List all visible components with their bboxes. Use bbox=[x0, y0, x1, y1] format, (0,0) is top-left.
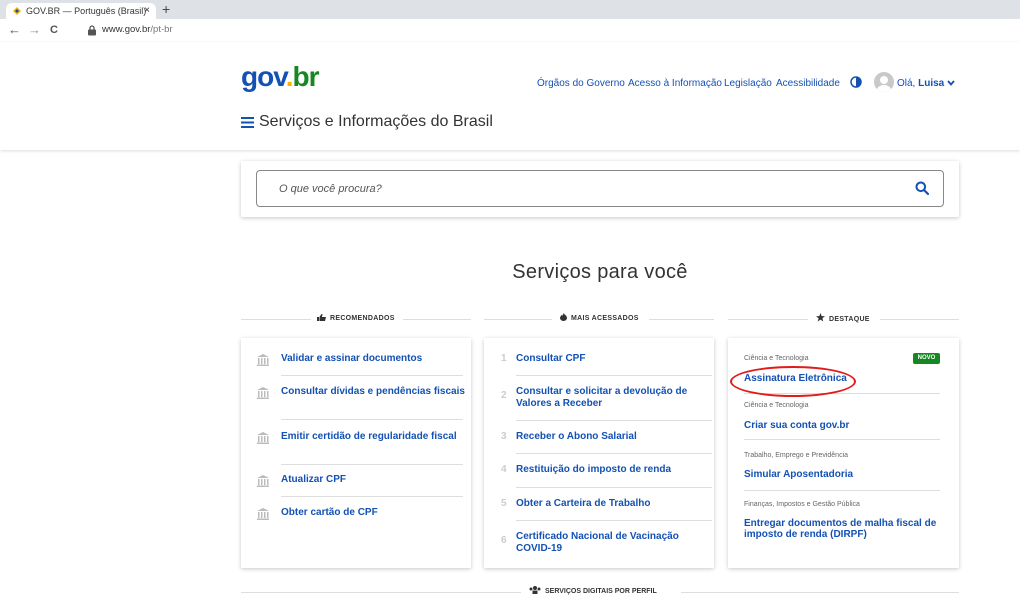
item-label[interactable]: Emitir certidão de regularidade fiscal bbox=[281, 431, 471, 443]
item-label[interactable]: Validar e assinar documentos bbox=[281, 353, 471, 365]
item-number: 1 bbox=[501, 353, 507, 364]
item-label[interactable]: Entregar documentos de malha fiscal de i… bbox=[744, 518, 954, 540]
mais-acessados-header: MAIS ACESSADOS bbox=[484, 313, 714, 325]
section-title: Serviços para você bbox=[512, 261, 688, 283]
url-host: www.gov.br bbox=[102, 24, 151, 35]
users-icon bbox=[529, 586, 541, 594]
building-icon bbox=[257, 354, 269, 366]
back-button[interactable]: ← bbox=[8, 22, 21, 38]
mais-acessados-label: MAIS ACESSADOS bbox=[560, 313, 639, 325]
new-tab-button[interactable]: + bbox=[162, 0, 170, 19]
building-icon bbox=[257, 432, 269, 444]
item-category: Ciência e Tecnologia bbox=[744, 355, 809, 362]
fire-icon bbox=[560, 313, 567, 321]
item-label[interactable]: Receber o Abono Salarial bbox=[516, 431, 716, 443]
govbr-favicon-icon bbox=[13, 7, 21, 15]
item-label[interactable]: Consultar CPF bbox=[516, 353, 716, 365]
item-label[interactable]: Consultar dívidas e pendências fiscais bbox=[281, 386, 471, 398]
recomendados-card: Validar e assinar documentos Consultar d… bbox=[241, 338, 471, 568]
avatar[interactable] bbox=[874, 72, 894, 92]
search-panel bbox=[241, 161, 959, 217]
recomendados-header: RECOMENDADOS bbox=[241, 313, 471, 325]
perfil-header: SERVIÇOS DIGITAIS POR PERFIL bbox=[241, 586, 959, 598]
item-number: 6 bbox=[501, 535, 507, 546]
link-acesso-a-informacao[interactable]: Acesso à Informação bbox=[628, 78, 722, 90]
url-path: /pt-br bbox=[150, 24, 173, 35]
browser-tab-strip: GOV.BR — Português (Brasil) × + bbox=[0, 0, 1020, 19]
mais-acessados-card: 1 Consultar CPF 2 Consultar e solicitar … bbox=[484, 338, 714, 568]
link-legislacao[interactable]: Legislação bbox=[724, 78, 772, 90]
destaque-header: DESTAQUE bbox=[728, 313, 959, 325]
link-acessibilidade[interactable]: Acessibilidade bbox=[776, 78, 840, 90]
item-number: 5 bbox=[501, 498, 507, 509]
recomendados-label: RECOMENDADOS bbox=[317, 313, 395, 325]
item-category: Finanças, Impostos e Gestão Pública bbox=[744, 501, 860, 508]
novo-badge: NOVO bbox=[913, 353, 940, 364]
building-icon bbox=[257, 387, 269, 399]
item-label[interactable]: Certificado Nacional de Vacinação COVID-… bbox=[516, 531, 716, 555]
forward-button[interactable]: → bbox=[28, 22, 41, 38]
search-input[interactable] bbox=[277, 179, 881, 199]
perfil-label: SERVIÇOS DIGITAIS POR PERFIL bbox=[529, 586, 657, 598]
item-label[interactable]: Restituição do imposto de renda bbox=[516, 464, 716, 476]
user-icon bbox=[877, 76, 891, 92]
item-number: 2 bbox=[501, 390, 507, 401]
address-bar: ← → C www.gov.br/pt-br bbox=[0, 19, 1020, 43]
item-number: 4 bbox=[501, 464, 507, 475]
chevron-down-icon bbox=[947, 80, 955, 86]
star-icon bbox=[816, 313, 825, 322]
item-label[interactable]: Criar sua conta gov.br bbox=[744, 420, 954, 431]
greeting-text: Olá, bbox=[897, 78, 916, 89]
menu-icon[interactable] bbox=[241, 117, 254, 128]
tab-title: GOV.BR — Português (Brasil) bbox=[26, 6, 147, 16]
contrast-icon[interactable] bbox=[850, 76, 862, 88]
site-title: Serviços e Informações do Brasil bbox=[259, 113, 493, 130]
link-orgaos-do-governo[interactable]: Órgãos do Governo bbox=[537, 78, 625, 90]
search-icon[interactable] bbox=[915, 181, 929, 195]
item-label[interactable]: Consultar e solicitar a devolução de Val… bbox=[516, 386, 716, 410]
item-label[interactable]: Atualizar CPF bbox=[281, 474, 471, 486]
item-category: Ciência e Tecnologia bbox=[744, 402, 809, 409]
site-header: gov.br Órgãos do Governo Acesso à Inform… bbox=[0, 42, 1020, 150]
item-category: Trabalho, Emprego e Previdência bbox=[744, 452, 849, 459]
destaque-label: DESTAQUE bbox=[816, 313, 870, 326]
highlight-circle bbox=[730, 366, 856, 397]
lock-icon bbox=[88, 25, 96, 36]
url-field[interactable]: www.gov.br/pt-br bbox=[102, 23, 173, 37]
search-box bbox=[256, 170, 944, 207]
item-label[interactable]: Simular Aposentadoria bbox=[744, 469, 954, 480]
user-greeting[interactable]: Olá, Luisa bbox=[897, 78, 955, 90]
govbr-logo[interactable]: gov.br bbox=[241, 63, 320, 91]
browser-tab[interactable]: GOV.BR — Português (Brasil) × bbox=[6, 3, 156, 19]
building-icon bbox=[257, 508, 269, 520]
building-icon bbox=[257, 475, 269, 487]
tab-close-icon[interactable]: × bbox=[144, 3, 150, 19]
item-number: 3 bbox=[501, 431, 507, 442]
reload-button[interactable]: C bbox=[50, 22, 58, 38]
item-label[interactable]: Obter a Carteira de Trabalho bbox=[516, 498, 716, 510]
thumbs-up-icon bbox=[317, 314, 326, 321]
item-label[interactable]: Obter cartão de CPF bbox=[281, 507, 471, 519]
user-name: Luisa bbox=[918, 78, 945, 89]
